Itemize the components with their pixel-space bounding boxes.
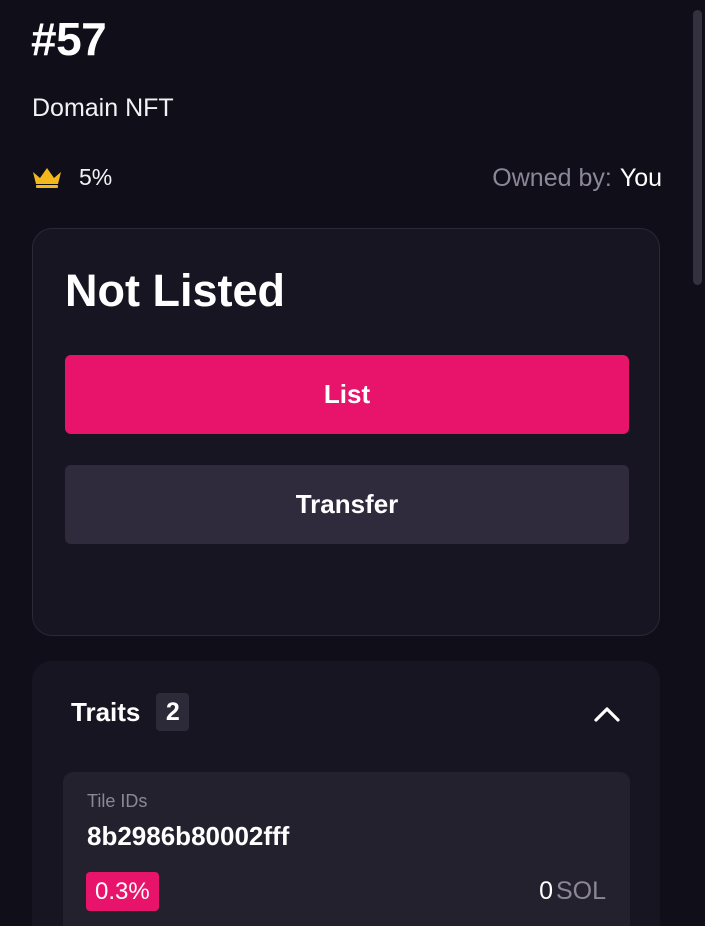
rarity-rank: 5%: [32, 164, 112, 191]
trait-rarity-badge: 0.3%: [86, 872, 159, 911]
traits-label: Traits: [71, 696, 141, 727]
scrollbar-thumb[interactable]: [693, 10, 702, 285]
chevron-up-icon[interactable]: [592, 701, 622, 725]
collection-name[interactable]: Domain NFT: [32, 94, 174, 123]
trait-value: 8b2986b80002fff: [87, 821, 290, 851]
owner-value[interactable]: You: [620, 164, 662, 192]
nft-detail-page: #57 Domain NFT 5% Owned by: You Not Liste…: [0, 0, 705, 926]
listing-status-card: Not Listed List Transfer: [32, 228, 660, 636]
owner-label: Owned by:: [492, 164, 612, 192]
trait-price-unit: SOL: [555, 877, 606, 905]
rarity-rank-value: 5%: [79, 164, 113, 190]
trait-floor-price: 0 SOL: [539, 877, 606, 906]
trait-item[interactable]: Tile IDs 8b2986b80002fff 0.3% 0 SOL: [63, 772, 630, 926]
traits-header[interactable]: Traits 2: [71, 693, 190, 731]
nft-meta-row: 5% Owned by: You: [32, 162, 662, 198]
trait-type: Tile IDs: [87, 791, 148, 811]
list-button[interactable]: List: [65, 355, 629, 434]
trait-price-amount: 0: [539, 877, 553, 905]
nft-title: #57: [31, 13, 107, 65]
owner-info: Owned by: You: [492, 164, 662, 193]
transfer-button[interactable]: Transfer: [65, 465, 629, 544]
traits-panel: Traits 2 Tile IDs 8b2986b80002fff 0.3% 0…: [32, 661, 660, 926]
traits-count-badge: 2: [156, 693, 190, 731]
listing-status: Not Listed: [65, 265, 285, 316]
crown-icon: [33, 167, 61, 188]
